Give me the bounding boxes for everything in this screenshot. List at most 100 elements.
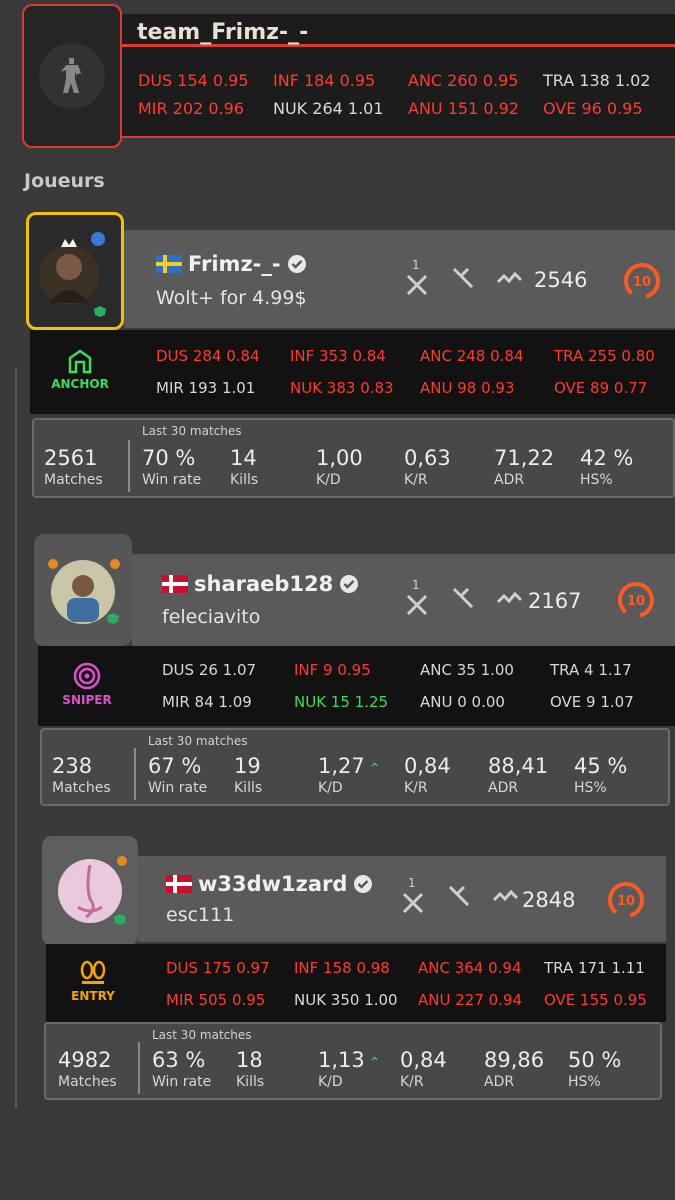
swords-icon [452, 587, 474, 609]
sniper-role-icon [73, 662, 101, 690]
player-name-row[interactable]: Frimz-_- [156, 252, 307, 276]
player-stats-panel: Last 30 matches 2561 Matches 70 % Win rate… [32, 418, 675, 498]
map-nuk: NUK 15 1.25 [294, 693, 389, 711]
stat-hs: 50 % HS% [568, 1048, 622, 1090]
stat-adr: 88,41 ADR [488, 754, 549, 796]
team-logo[interactable] [22, 4, 122, 148]
stat-kr: 0,84 K/R [400, 1048, 447, 1090]
stat-hs: 42 % HS% [580, 446, 634, 488]
map-inf: INF 9 0.95 [294, 661, 371, 679]
map-anu: ANU 227 0.94 [418, 991, 523, 1009]
sweden-flag-icon [156, 255, 182, 273]
map-dus: DUS 26 1.07 [162, 661, 257, 679]
last30-label: Last 30 matches [152, 1028, 252, 1042]
level-badge-icon: 10 [618, 582, 654, 618]
stat-kills: 18 Kills [236, 1048, 265, 1090]
stat-kr: 0,84 K/R [404, 754, 451, 796]
verified-icon [340, 575, 359, 593]
avatar [48, 559, 120, 624]
player-name: Frimz-_- [188, 252, 281, 276]
player-stats-panel: Last 30 matches 238 Matches 67 % Win rate … [40, 728, 670, 806]
player-name-row[interactable]: w33dw1zard [166, 872, 373, 896]
stat-winrate: 67 % Win rate [148, 754, 208, 796]
team-map-anu: ANU 151 0.92 [408, 98, 519, 118]
trend-up-icon: ⌃ [368, 761, 381, 777]
team-header-bottom-line [122, 136, 675, 138]
soldier-icon [39, 43, 105, 109]
role-badge: SNIPER [52, 662, 122, 707]
role-badge: ANCHOR [48, 348, 112, 391]
avatar [39, 232, 106, 317]
level-badge-icon: 10 [624, 263, 660, 299]
stats-divider [128, 440, 130, 492]
elo-value: 2546 [534, 268, 588, 292]
matches-count-icon: 1 [400, 876, 428, 916]
map-mir: MIR 84 1.09 [162, 693, 252, 711]
stat-matches: 4982 Matches [58, 1048, 117, 1090]
stats-divider [134, 748, 136, 800]
last30-label: Last 30 matches [148, 734, 248, 748]
tree-line [15, 368, 17, 1108]
player-header-icons: 1 [400, 876, 520, 916]
trend-up-icon: ⌃ [368, 1055, 381, 1071]
player-header-icons: 1 [404, 258, 524, 298]
matches-count-icon: 1 [404, 578, 432, 618]
map-anc: ANC 248 0.84 [420, 347, 524, 365]
player-subtitle: esc111 [166, 904, 235, 926]
player-header-icons: 1 [404, 578, 524, 618]
denmark-flag-icon [162, 575, 188, 593]
stat-winrate: 63 % Win rate [152, 1048, 212, 1090]
team-map-ove: OVE 96 0.95 [543, 98, 643, 118]
player-map-stats: ENTRY DUS 175 0.97 INF 158 0.98 ANC 364 … [46, 944, 666, 1022]
stat-kd: 1,27 ⌃ K/D [318, 754, 381, 796]
map-nuk: NUK 350 1.00 [294, 991, 398, 1009]
map-anu: ANU 0 0.00 [420, 693, 505, 711]
player-map-stats: ANCHOR DUS 284 0.84 INF 353 0.84 ANC 248… [30, 330, 675, 414]
elo-value: 2848 [522, 888, 576, 912]
avatar [58, 856, 127, 925]
stat-kd: 1,00 K/D [316, 446, 363, 488]
team-map-stats: DUS 154 0.95 INF 184 0.95 ANC 260 0.95 T… [138, 66, 675, 122]
player-map-stats: SNIPER DUS 26 1.07 INF 9 0.95 ANC 35 1.0… [38, 646, 675, 726]
map-tra: TRA 4 1.17 [550, 661, 632, 679]
level-value: 10 [633, 275, 651, 290]
map-tra: TRA 171 1.11 [544, 959, 645, 977]
trend-icon [496, 591, 523, 604]
stat-kills: 19 Kills [234, 754, 263, 796]
team-map-anc: ANC 260 0.95 [408, 70, 519, 90]
player-name-row[interactable]: sharaeb128 [162, 572, 359, 596]
trend-icon [492, 889, 519, 902]
map-dus: DUS 284 0.84 [156, 347, 260, 365]
team-map-dus: DUS 154 0.95 [138, 70, 249, 90]
player-avatar-frame[interactable] [26, 212, 124, 330]
level-badge-icon: 10 [608, 882, 644, 918]
team-map-mir: MIR 202 0.96 [138, 98, 244, 118]
team-map-inf: INF 184 0.95 [273, 70, 376, 90]
stat-matches: 2561 Matches [44, 446, 103, 488]
stats-divider [138, 1042, 140, 1094]
level-value: 10 [617, 894, 635, 909]
player-subtitle: feleciavito [162, 606, 261, 628]
map-mir: MIR 193 1.01 [156, 379, 256, 397]
team-name[interactable]: team_Frimz-_- [137, 20, 308, 45]
stat-adr: 71,22 ADR [494, 446, 555, 488]
stat-hs: 45 % HS% [574, 754, 628, 796]
section-title: Joueurs [24, 170, 105, 192]
verified-icon [354, 875, 373, 893]
player-avatar-frame[interactable] [34, 534, 132, 646]
entry-role-icon [80, 960, 106, 984]
stat-kr: 0,63 K/R [404, 446, 451, 488]
swords-icon [452, 267, 474, 289]
map-inf: INF 158 0.98 [294, 959, 390, 977]
swords-icon [448, 885, 470, 907]
player-card-header [124, 230, 675, 328]
stat-matches: 238 Matches [52, 754, 111, 796]
denmark-flag-icon [166, 875, 192, 893]
map-anu: ANU 98 0.93 [420, 379, 515, 397]
player-avatar-frame[interactable] [42, 836, 138, 946]
map-anc: ANC 364 0.94 [418, 959, 522, 977]
elo-value: 2167 [528, 589, 582, 613]
team-map-nuk: NUK 264 1.01 [273, 98, 384, 118]
stat-kills: 14 Kills [230, 446, 259, 488]
player-name: w33dw1zard [198, 872, 348, 896]
